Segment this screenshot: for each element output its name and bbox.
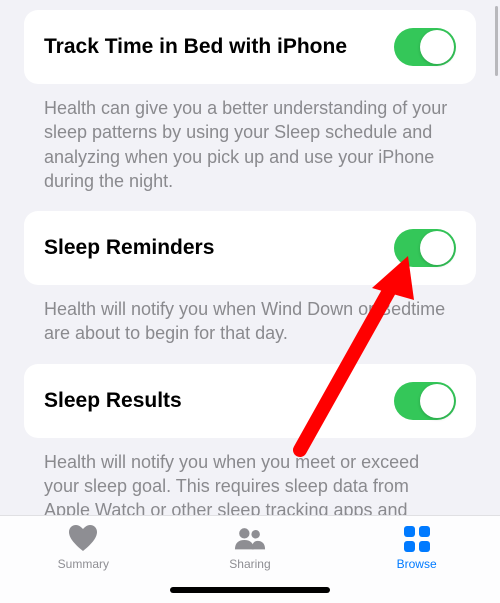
track-time-description: Health can give you a better understandi… (24, 84, 476, 211)
tab-browse[interactable]: Browse (367, 524, 467, 571)
sleep-results-toggle[interactable] (394, 382, 456, 420)
toggle-knob (420, 231, 454, 265)
tab-sharing[interactable]: Sharing (200, 524, 300, 571)
track-time-in-bed-row: Track Time in Bed with iPhone (24, 10, 476, 84)
people-icon (234, 524, 266, 554)
heart-icon (67, 524, 99, 554)
grid-icon (401, 524, 433, 554)
tab-summary-label: Summary (58, 557, 109, 571)
toggle-knob (420, 30, 454, 64)
toggle-knob (420, 384, 454, 418)
settings-content: Track Time in Bed with iPhone Health can… (0, 0, 500, 565)
sleep-reminders-row: Sleep Reminders (24, 211, 476, 285)
tab-sharing-label: Sharing (229, 557, 270, 571)
sleep-reminders-title: Sleep Reminders (44, 235, 224, 261)
track-time-toggle[interactable] (394, 28, 456, 66)
sleep-reminders-description: Health will notify you when Wind Down or… (24, 285, 476, 364)
tab-bar: Summary Sharing Browse (0, 515, 500, 603)
tab-browse-label: Browse (397, 557, 437, 571)
scrollbar[interactable] (495, 6, 498, 76)
sleep-results-row: Sleep Results (24, 364, 476, 438)
home-indicator[interactable] (170, 587, 330, 593)
tab-summary[interactable]: Summary (33, 524, 133, 571)
sleep-reminders-toggle[interactable] (394, 229, 456, 267)
sleep-results-title: Sleep Results (44, 388, 192, 414)
track-time-title: Track Time in Bed with iPhone (44, 34, 357, 60)
